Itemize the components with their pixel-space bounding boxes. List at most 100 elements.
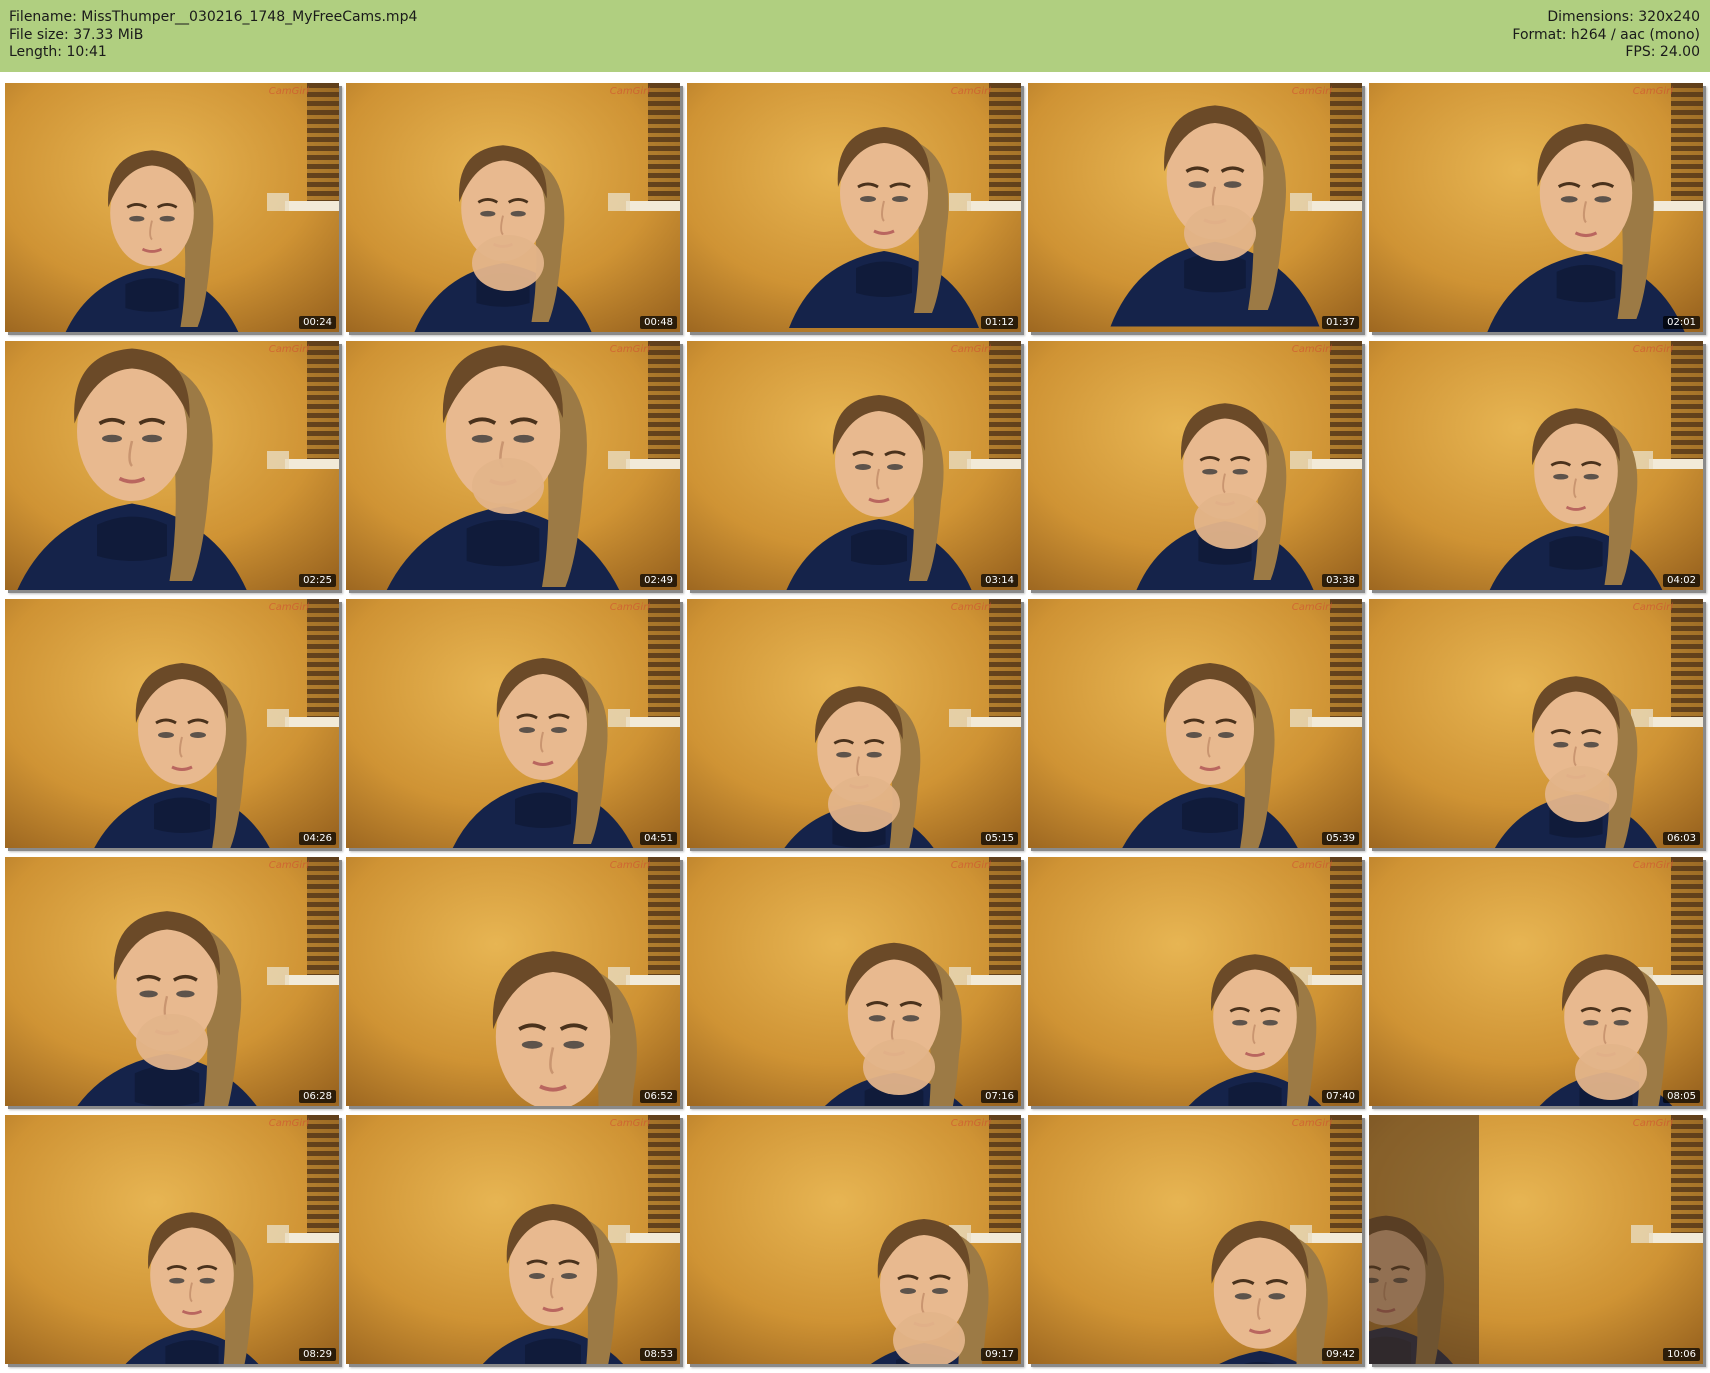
timestamp-label: 00:24 bbox=[299, 316, 336, 329]
watermark-text: CamGirl bbox=[1291, 86, 1332, 97]
frame-image bbox=[346, 83, 680, 332]
thumbnail-frame: CamGirl 07:40 bbox=[1028, 857, 1362, 1106]
timestamp-label: 05:39 bbox=[1322, 832, 1359, 845]
watermark-text: CamGirl bbox=[268, 344, 309, 355]
frame-image bbox=[346, 857, 680, 1106]
watermark-text: CamGirl bbox=[1291, 860, 1332, 871]
thumbnail-frame: CamGirl 09:17 bbox=[687, 1115, 1021, 1364]
thumbnail-frame: CamGirl 05:39 bbox=[1028, 599, 1362, 848]
thumbnail-frame: CamGirl 02:25 bbox=[5, 341, 339, 590]
watermark-text: CamGirl bbox=[950, 860, 991, 871]
frame-image bbox=[5, 83, 339, 332]
timestamp-label: 03:38 bbox=[1322, 574, 1359, 587]
thumbnail-frame: CamGirl 00:24 bbox=[5, 83, 339, 332]
thumbnail-frame: CamGirl 02:49 bbox=[346, 341, 680, 590]
filename-text: Filename: MissThumper__030216_1748_MyFre… bbox=[9, 9, 418, 25]
frame-image bbox=[1369, 341, 1703, 590]
thumbnail-frame: CamGirl 05:15 bbox=[687, 599, 1021, 848]
timestamp-label: 09:17 bbox=[981, 1348, 1018, 1361]
watermark-text: CamGirl bbox=[1632, 602, 1673, 613]
watermark-text: CamGirl bbox=[1291, 602, 1332, 613]
frame-image bbox=[5, 599, 339, 848]
thumbnail-frame: CamGirl 04:26 bbox=[5, 599, 339, 848]
frame-image bbox=[687, 857, 1021, 1106]
format-text: Format: h264 / aac (mono) bbox=[1512, 26, 1700, 43]
frame-image bbox=[1028, 83, 1362, 332]
thumbnail-frame: CamGirl 01:37 bbox=[1028, 83, 1362, 332]
frame-image bbox=[346, 599, 680, 848]
frame-image bbox=[687, 341, 1021, 590]
thumbnail-frame: CamGirl 08:05 bbox=[1369, 857, 1703, 1106]
frame-image bbox=[5, 857, 339, 1106]
thumbnail-frame: CamGirl 01:12 bbox=[687, 83, 1021, 332]
timestamp-label: 05:15 bbox=[981, 832, 1018, 845]
thumbnail-frame: CamGirl 06:03 bbox=[1369, 599, 1703, 848]
fps-text: FPS: 24.00 bbox=[1625, 44, 1700, 60]
thumbnail-frame: CamGirl 09:42 bbox=[1028, 1115, 1362, 1364]
thumbnail-frame: CamGirl 10:06 bbox=[1369, 1115, 1703, 1364]
dimensions-text: Dimensions: 320x240 bbox=[1547, 9, 1700, 25]
timestamp-label: 08:29 bbox=[299, 1348, 336, 1361]
thumbnail-grid: CamGirl 00:24 CamGirl 00:48 CamGirl 01:1… bbox=[5, 83, 1703, 1364]
timestamp-label: 02:49 bbox=[640, 574, 677, 587]
timestamp-label: 10:06 bbox=[1663, 1348, 1700, 1361]
watermark-text: CamGirl bbox=[950, 86, 991, 97]
thumbnail-frame: CamGirl 06:52 bbox=[346, 857, 680, 1106]
frame-image bbox=[1369, 1115, 1703, 1364]
thumbnail-frame: CamGirl 04:51 bbox=[346, 599, 680, 848]
thumbnail-frame: CamGirl 08:53 bbox=[346, 1115, 680, 1364]
timestamp-label: 00:48 bbox=[640, 316, 677, 329]
watermark-text: CamGirl bbox=[609, 344, 650, 355]
watermark-text: CamGirl bbox=[609, 86, 650, 97]
watermark-text: CamGirl bbox=[1632, 860, 1673, 871]
thumbnail-frame: CamGirl 08:29 bbox=[5, 1115, 339, 1364]
watermark-text: CamGirl bbox=[268, 860, 309, 871]
frame-image bbox=[1028, 857, 1362, 1106]
watermark-text: CamGirl bbox=[1632, 86, 1673, 97]
timestamp-label: 06:28 bbox=[299, 1090, 336, 1103]
frame-image bbox=[1028, 599, 1362, 848]
frame-image bbox=[687, 1115, 1021, 1364]
thumbnail-frame: CamGirl 07:16 bbox=[687, 857, 1021, 1106]
watermark-text: CamGirl bbox=[1291, 1118, 1332, 1129]
timestamp-label: 07:40 bbox=[1322, 1090, 1359, 1103]
frame-image bbox=[5, 1115, 339, 1364]
timestamp-label: 08:05 bbox=[1663, 1090, 1700, 1103]
frame-image bbox=[1028, 1115, 1362, 1364]
timestamp-label: 02:01 bbox=[1663, 316, 1700, 329]
timestamp-label: 02:25 bbox=[299, 574, 336, 587]
timestamp-label: 09:42 bbox=[1322, 1348, 1359, 1361]
video-info-header: Filename: MissThumper__030216_1748_MyFre… bbox=[0, 0, 1710, 72]
watermark-text: CamGirl bbox=[950, 602, 991, 613]
watermark-text: CamGirl bbox=[1632, 344, 1673, 355]
thumbnail-frame: CamGirl 06:28 bbox=[5, 857, 339, 1106]
frame-image bbox=[687, 83, 1021, 332]
frame-image bbox=[346, 341, 680, 590]
timestamp-label: 01:37 bbox=[1322, 316, 1359, 329]
timestamp-label: 06:52 bbox=[640, 1090, 677, 1103]
watermark-text: CamGirl bbox=[609, 1118, 650, 1129]
watermark-text: CamGirl bbox=[950, 1118, 991, 1129]
watermark-text: CamGirl bbox=[268, 1118, 309, 1129]
length-text: Length: 10:41 bbox=[9, 44, 107, 60]
timestamp-label: 08:53 bbox=[640, 1348, 677, 1361]
watermark-text: CamGirl bbox=[1632, 1118, 1673, 1129]
frame-image bbox=[5, 341, 339, 590]
frame-image bbox=[1028, 341, 1362, 590]
frame-image bbox=[1369, 857, 1703, 1106]
watermark-text: CamGirl bbox=[609, 602, 650, 613]
watermark-text: CamGirl bbox=[268, 602, 309, 613]
timestamp-label: 04:26 bbox=[299, 832, 336, 845]
timestamp-label: 04:02 bbox=[1663, 574, 1700, 587]
timestamp-label: 06:03 bbox=[1663, 832, 1700, 845]
timestamp-label: 07:16 bbox=[981, 1090, 1018, 1103]
thumbnail-frame: CamGirl 03:14 bbox=[687, 341, 1021, 590]
filesize-text: File size: 37.33 MiB bbox=[9, 26, 144, 43]
file-info-left: Filename: MissThumper__030216_1748_MyFre… bbox=[9, 9, 417, 62]
thumbnail-frame: CamGirl 03:38 bbox=[1028, 341, 1362, 590]
frame-image bbox=[1369, 599, 1703, 848]
watermark-text: CamGirl bbox=[609, 860, 650, 871]
frame-image bbox=[346, 1115, 680, 1364]
thumbnail-frame: CamGirl 04:02 bbox=[1369, 341, 1703, 590]
watermark-text: CamGirl bbox=[268, 86, 309, 97]
